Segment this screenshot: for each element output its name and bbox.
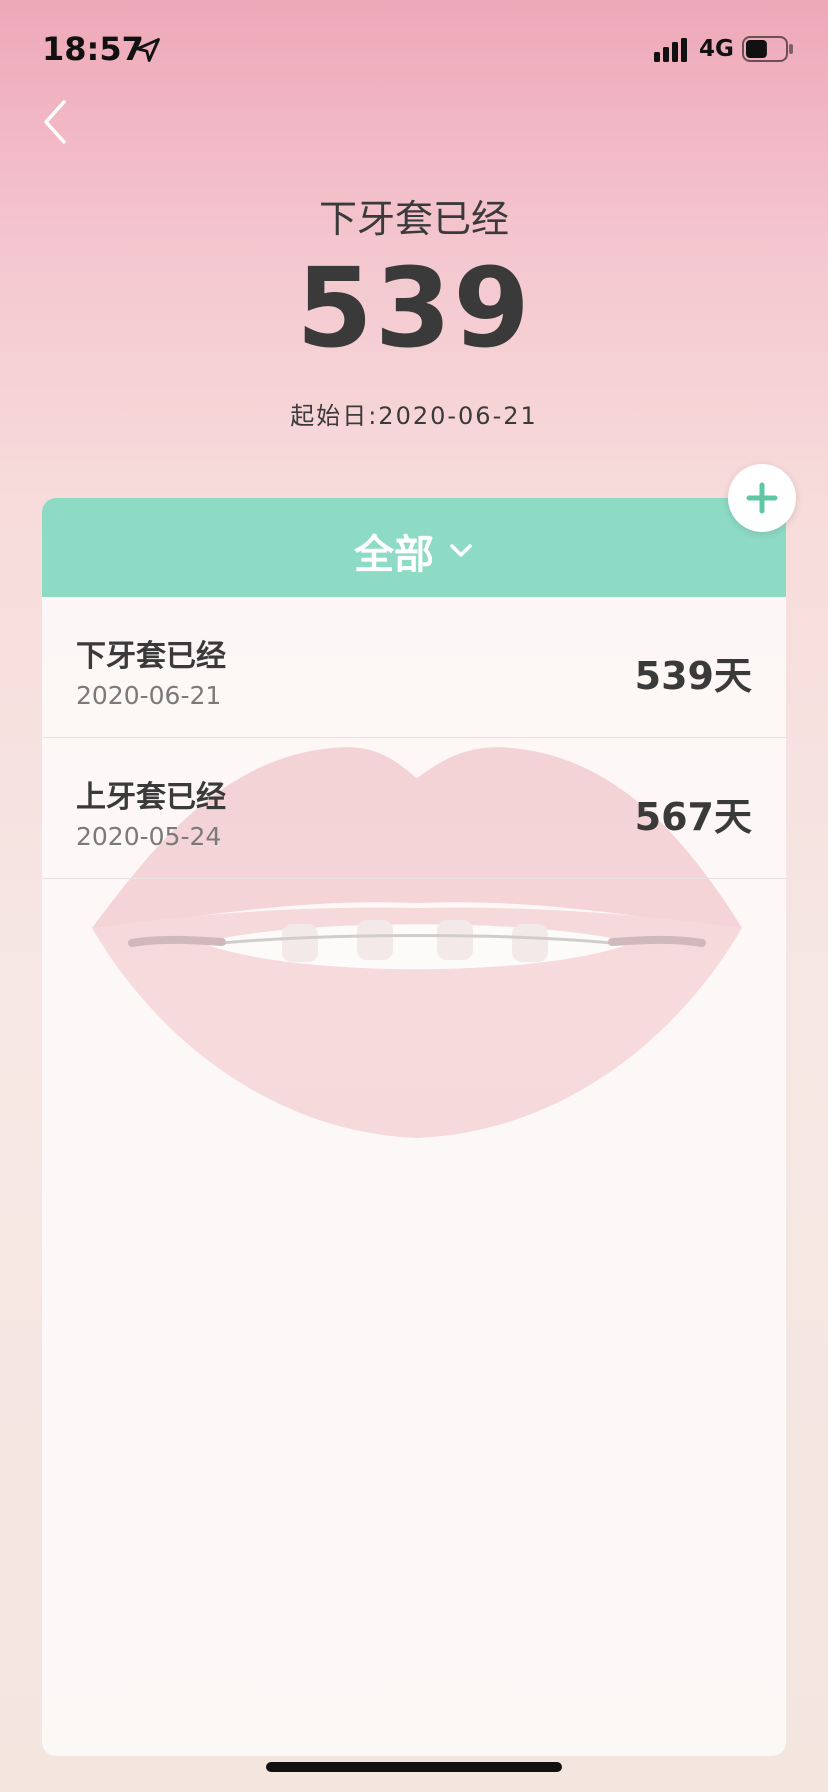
list-item[interactable]: 下牙套已经 2020-06-21 539天 [42, 597, 786, 738]
add-button[interactable] [728, 464, 796, 532]
item-days: 567天 [634, 795, 752, 839]
network-type: 4G [699, 36, 734, 62]
item-date: 2020-05-24 [76, 822, 222, 851]
item-date: 2020-06-21 [76, 681, 222, 710]
location-arrow-icon [136, 38, 160, 62]
item-title: 下牙套已经 [76, 639, 226, 674]
filter-dropdown[interactable]: 全部 [42, 522, 786, 580]
back-button[interactable] [38, 96, 78, 148]
status-bar: 18:57 4G [0, 0, 828, 100]
status-time: 18:57 [42, 30, 144, 68]
filter-bar[interactable]: 全部 [42, 498, 786, 597]
start-date-label: 起始日:2020-06-21 [290, 402, 538, 430]
item-title: 上牙套已经 [76, 780, 226, 815]
home-indicator[interactable] [266, 1762, 562, 1772]
days-counter: 539 [296, 244, 532, 372]
signal-icon [654, 38, 687, 62]
records-card: 全部 下牙套已经 2020-06-21 539天 上牙套已经 2020-05-2… [42, 498, 786, 1756]
filter-label: 全部 [354, 532, 434, 578]
plus-icon [746, 482, 778, 514]
list-item[interactable]: 上牙套已经 2020-05-24 567天 [42, 738, 786, 879]
chevron-down-icon [450, 544, 472, 557]
battery-icon [742, 36, 793, 62]
chevron-left-icon [44, 100, 66, 144]
page-title: 下牙套已经 [318, 197, 509, 241]
item-days: 539天 [634, 654, 752, 698]
